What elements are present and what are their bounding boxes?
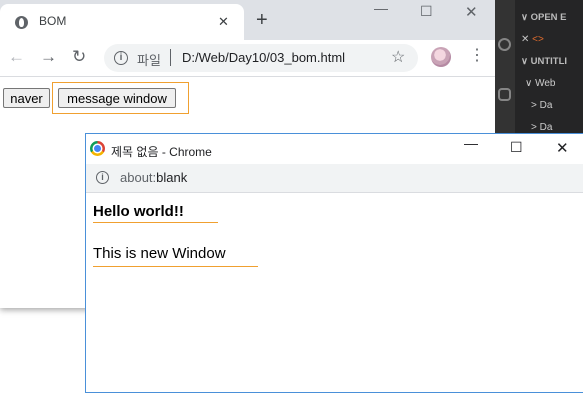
search-icon[interactable] [498, 38, 511, 51]
tab-bom[interactable]: BOM ✕ [0, 4, 244, 40]
explorer-panel: ∨ OPEN E ✕ <> ∨ UNTITLI ∨ Web > Da > Da [515, 0, 583, 135]
popup-window: 제목 없음 - Chrome — ☐ ✕ i about:blank Hello… [85, 133, 583, 393]
chrome-icon [90, 141, 105, 156]
close-tab-icon[interactable]: ✕ [218, 14, 229, 30]
popup-url: about:blank [120, 170, 188, 185]
folder-day-1[interactable]: > Da [531, 100, 552, 111]
popup-maximize-button[interactable]: ☐ [510, 139, 523, 156]
naver-button[interactable]: naver [3, 88, 50, 108]
folder-web[interactable]: ∨ Web [525, 78, 556, 89]
vscode-explorer: ∨ OPEN E ✕ <> ∨ UNTITLI ∨ Web > Da > Da [495, 0, 583, 135]
popup-close-button[interactable]: ✕ [556, 139, 569, 157]
tab-title: BOM [39, 14, 67, 28]
address-bar[interactable]: i 파일 D:/Web/Day10/03_bom.html ☆ [104, 44, 418, 72]
popup-address-bar: i about:blank [86, 164, 583, 193]
new-window-paragraph: This is new Window [93, 245, 226, 262]
url-text[interactable]: D:/Web/Day10/03_bom.html [182, 50, 345, 65]
highlight-underline [93, 266, 258, 267]
reload-button[interactable]: ↻ [72, 48, 86, 66]
source-control-icon[interactable] [498, 88, 511, 101]
open-editors-header[interactable]: ∨ OPEN E [521, 12, 567, 23]
popup-title-bar[interactable]: 제목 없음 - Chrome — ☐ ✕ [86, 134, 583, 164]
bookmark-star-icon[interactable]: ☆ [391, 47, 405, 67]
popup-title: 제목 없음 - Chrome [111, 145, 212, 159]
browser-toolbar: ← → ↻ i 파일 D:/Web/Day10/03_bom.html ☆ [0, 40, 495, 77]
highlight-box [52, 82, 189, 114]
close-editor-icon: ✕ [521, 34, 530, 45]
omnibox-divider [170, 49, 171, 66]
minimize-button[interactable]: — [374, 0, 388, 16]
folder-day-2[interactable]: > Da [531, 122, 552, 133]
hello-heading: Hello world!! [93, 203, 184, 220]
popup-minimize-button[interactable]: — [464, 135, 478, 151]
new-tab-button[interactable]: + [256, 10, 268, 30]
activity-bar [495, 0, 515, 135]
menu-icon[interactable]: ⋮ [469, 48, 485, 64]
html-file-icon: <> [532, 34, 544, 45]
highlight-underline [93, 222, 218, 223]
site-info-icon[interactable]: i [96, 171, 109, 184]
workspace-header[interactable]: ∨ UNTITLI [521, 56, 567, 67]
forward-button[interactable]: → [40, 48, 57, 66]
scheme-label: 파일 [137, 53, 161, 68]
back-button[interactable]: ← [8, 48, 25, 66]
open-editor-item[interactable]: ✕ <> [521, 34, 544, 45]
site-info-icon[interactable]: i [114, 51, 128, 65]
tab-strip: BOM ✕ + — ☐ ✕ [0, 0, 495, 40]
profile-avatar[interactable] [431, 47, 451, 67]
close-window-button[interactable]: ✕ [465, 3, 478, 21]
maximize-button[interactable]: ☐ [420, 3, 433, 20]
globe-icon [15, 16, 28, 29]
